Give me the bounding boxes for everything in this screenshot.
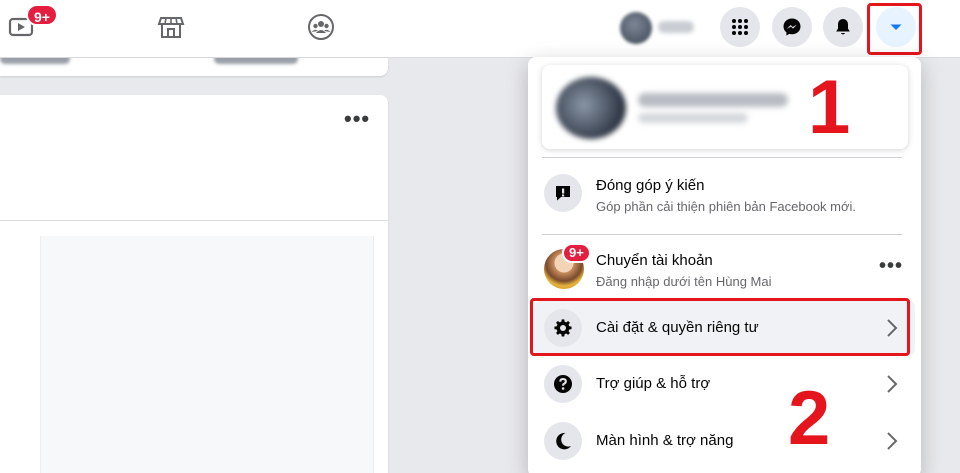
divider xyxy=(542,234,902,235)
feed-post-card xyxy=(0,58,388,76)
profile-card[interactable] xyxy=(542,65,908,149)
menu-button[interactable] xyxy=(720,7,760,47)
menu-item-title: Trợ giúp & hỗ trợ xyxy=(596,375,711,392)
notifications-button[interactable] xyxy=(823,7,863,47)
blurred-profile-name xyxy=(658,21,694,33)
blurred-profile-name xyxy=(638,93,788,107)
bell-icon xyxy=(836,19,850,35)
divider xyxy=(0,220,388,221)
step1-highlight-box xyxy=(867,3,922,55)
step-number-1: 1 xyxy=(808,65,851,150)
switch-account-more-button[interactable]: ••• xyxy=(879,256,903,276)
groups-icon xyxy=(308,14,334,40)
marketplace-icon xyxy=(157,17,185,38)
post-more-options-button[interactable]: ••• xyxy=(344,108,370,130)
messenger-button[interactable] xyxy=(772,7,812,47)
profile-shortcut[interactable] xyxy=(616,9,706,47)
menu-item-title: Màn hình & trợ năng xyxy=(596,432,734,449)
account-dropdown-panel: Đóng góp ý kiến Góp phần cải thiện phiên… xyxy=(528,57,921,473)
menu-item-feedback[interactable]: Đóng góp ý kiến Góp phần cải thiện phiên… xyxy=(534,166,915,220)
menu-item-title: Chuyển tài khoản xyxy=(596,252,713,269)
menu-item-help-support[interactable]: Trợ giúp & hỗ trợ xyxy=(534,357,915,411)
step2-highlight-box xyxy=(530,298,910,356)
marketplace-tab[interactable] xyxy=(156,12,186,42)
post-media-area xyxy=(40,236,374,473)
messenger-icon xyxy=(783,18,801,36)
chevron-right-icon xyxy=(887,432,898,450)
moon-icon xyxy=(544,422,582,460)
blurred-comment-action xyxy=(0,58,70,64)
menu-item-title: Đóng góp ý kiến xyxy=(596,177,705,194)
account-notification-badge: 9+ xyxy=(562,243,591,263)
divider xyxy=(542,157,902,158)
avatar xyxy=(620,12,652,44)
grid-menu-icon xyxy=(732,19,748,35)
menu-item-switch-account[interactable]: 9+ Chuyển tài khoản Đăng nhập dưới tên H… xyxy=(534,241,915,295)
menu-item-display-accessibility[interactable]: Màn hình & trợ năng xyxy=(534,414,915,468)
question-icon xyxy=(544,365,582,403)
menu-item-subtitle: Góp phần cải thiện phiên bản Facebook mớ… xyxy=(596,199,857,214)
chevron-right-icon xyxy=(887,375,898,393)
blurred-profile-subtitle xyxy=(638,113,748,123)
blurred-share-action xyxy=(214,58,298,64)
avatar xyxy=(556,77,626,139)
feedback-exclamation-icon xyxy=(544,174,582,212)
menu-item-subtitle: Đăng nhập dưới tên Hùng Mai xyxy=(596,274,772,289)
step-number-2: 2 xyxy=(788,376,831,461)
watch-notification-badge: 9+ xyxy=(26,4,58,26)
groups-tab[interactable] xyxy=(306,12,336,42)
top-navigation-bar: 9+ xyxy=(0,0,960,58)
